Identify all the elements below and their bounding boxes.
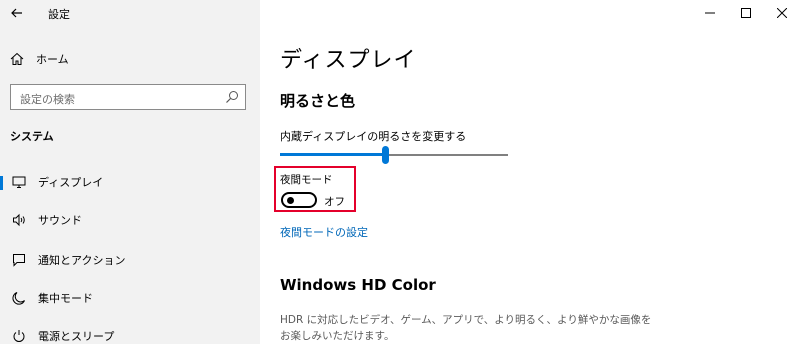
sidebar-item-label: 電源とスリープ: [38, 330, 115, 343]
active-indicator: [0, 176, 3, 190]
back-button[interactable]: [9, 5, 27, 21]
hd-color-heading: Windows HD Color: [280, 276, 436, 294]
close-icon: [777, 8, 787, 18]
power-icon: [13, 330, 25, 342]
sidebar-item-label: サウンド: [38, 214, 82, 227]
sidebar-item-label: 集中モード: [38, 292, 93, 305]
night-light-settings-link[interactable]: 夜間モードの設定: [280, 224, 368, 240]
sidebar-item-label: ディスプレイ: [38, 176, 104, 189]
night-light-state: オフ: [324, 196, 345, 208]
slider-track-filled: [280, 153, 382, 156]
moon-icon: [12, 292, 25, 305]
search-icon[interactable]: [225, 90, 239, 104]
sidebar-item-notifications[interactable]: 通知とアクション: [0, 242, 260, 278]
message-icon: [13, 254, 25, 267]
home-icon: [10, 52, 24, 65]
page-title: ディスプレイ: [280, 48, 417, 73]
sidebar-item-label: ホーム: [36, 53, 69, 66]
close-button[interactable]: [764, 0, 800, 26]
toggle-knob: [287, 197, 294, 204]
search-placeholder: 設定の検索: [20, 93, 75, 106]
sidebar-item-home[interactable]: ホーム: [10, 50, 250, 68]
speaker-icon: [13, 213, 25, 227]
back-arrow-icon: [11, 8, 22, 18]
slider-track-empty: [389, 154, 508, 156]
app-title: 設定: [48, 8, 70, 21]
brightness-slider-label: 内蔵ディスプレイの明るさを変更する: [280, 130, 467, 143]
minimize-button[interactable]: [692, 0, 728, 26]
monitor-icon: [12, 176, 26, 188]
minimize-icon: [705, 12, 715, 14]
sidebar: 設定 ホーム 設定の検索 システム ディスプレイ サウンド 通知とアクション 集…: [0, 0, 260, 344]
main-panel: ディスプレイ 明るさと色 内蔵ディスプレイの明るさを変更する 夜間モード オフ …: [260, 0, 800, 344]
section-title: システム: [10, 130, 54, 143]
maximize-icon: [741, 8, 751, 18]
titlebar: 設定: [0, 0, 260, 26]
sidebar-item-label: 通知とアクション: [38, 254, 126, 267]
night-light-label: 夜間モード: [280, 174, 333, 186]
search-input[interactable]: 設定の検索: [10, 84, 246, 110]
slider-thumb[interactable]: [382, 146, 389, 164]
window-controls: [692, 0, 800, 26]
brightness-slider[interactable]: [280, 146, 508, 164]
sidebar-item-display[interactable]: ディスプレイ: [0, 164, 260, 200]
night-light-toggle[interactable]: [281, 192, 317, 208]
maximize-button[interactable]: [728, 0, 764, 26]
sidebar-item-power[interactable]: 電源とスリープ: [0, 318, 260, 344]
hd-color-description: HDR に対応したビデオ、ゲーム、アプリで、より明るく、より鮮やかな画像をお楽し…: [280, 314, 652, 342]
brightness-heading: 明るさと色: [280, 92, 356, 110]
sidebar-item-sound[interactable]: サウンド: [0, 202, 260, 238]
sidebar-item-focus[interactable]: 集中モード: [0, 280, 260, 316]
